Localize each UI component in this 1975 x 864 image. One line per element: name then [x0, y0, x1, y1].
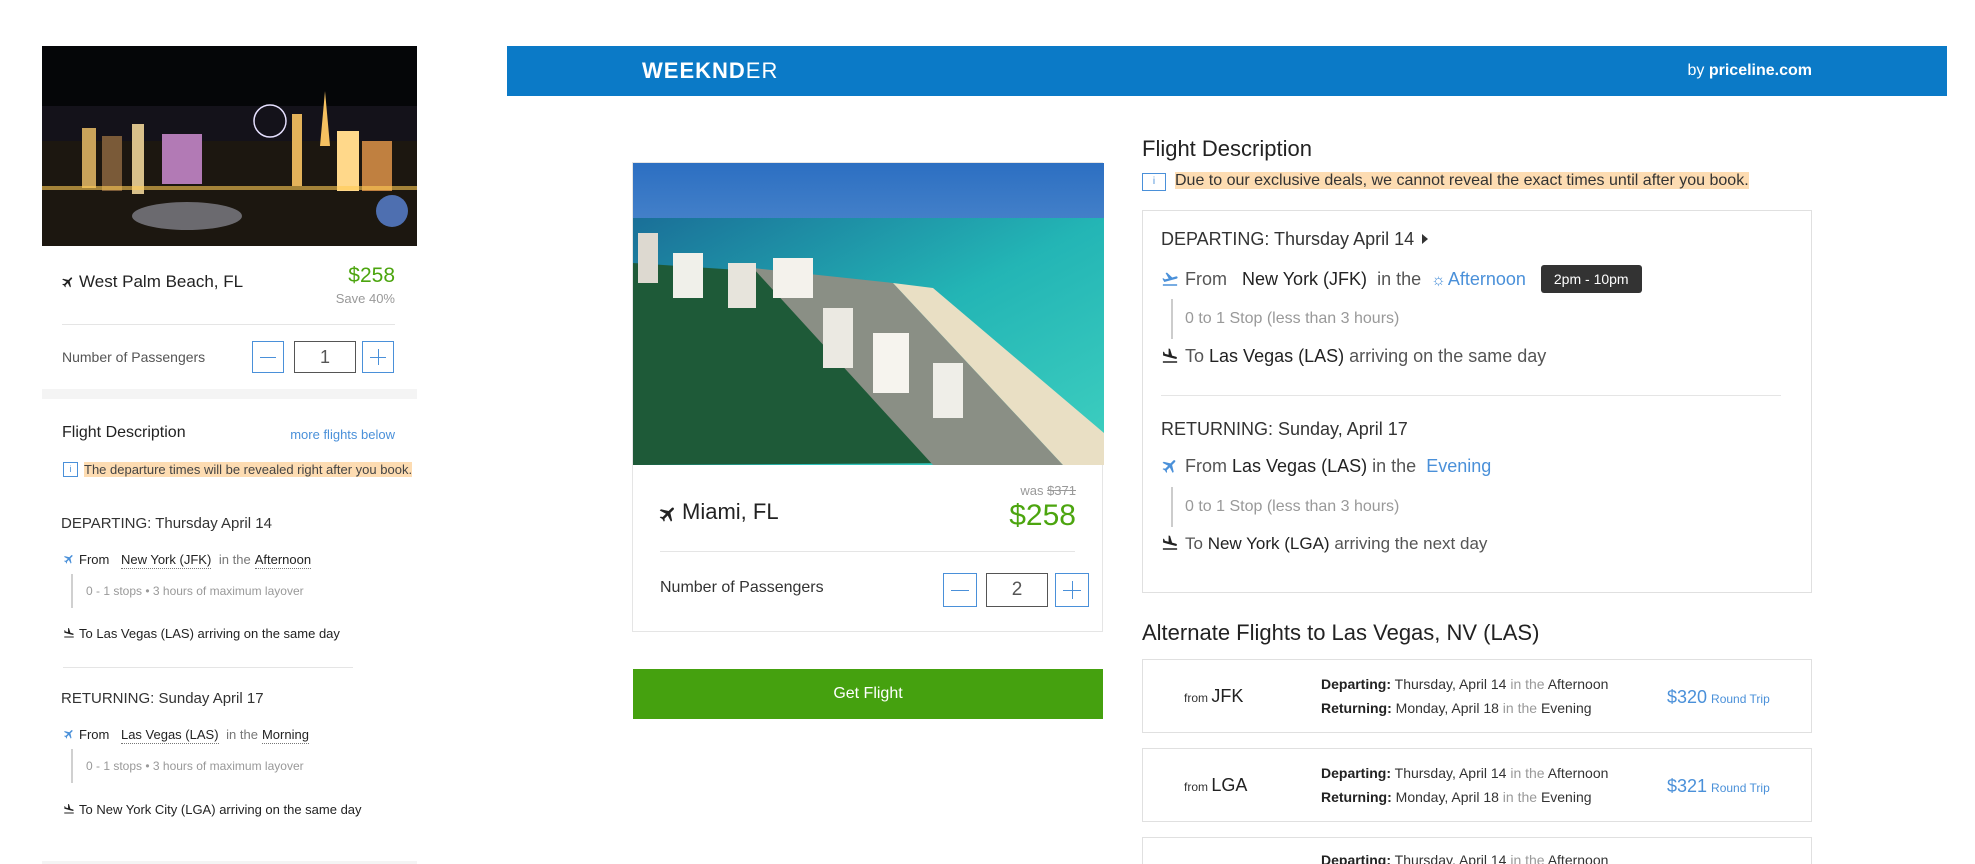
info-icon: i: [63, 462, 78, 477]
plane-landing-icon: [1161, 347, 1179, 365]
more-flights-link[interactable]: more flights below: [290, 427, 395, 442]
return-arrival-airport: New York (LGA): [1207, 534, 1330, 553]
flight-details-box: DEPARTING: Thursday April 14 From New Yo…: [1142, 210, 1812, 593]
returning-info: Returning: Monday, April 18 in the Eveni…: [1321, 789, 1592, 805]
destination-name: Miami, FL: [682, 499, 779, 524]
decrease-passengers-button[interactable]: [252, 341, 284, 373]
deal-summary: West Palm Beach, FL $258 Save 40%: [42, 246, 417, 324]
departing-info: Departing: Thursday, April 14 in the Aft…: [1321, 765, 1609, 781]
increase-passengers-button[interactable]: [1055, 573, 1089, 607]
plane-takeoff-icon: [1161, 457, 1179, 475]
time-range-tooltip: 2pm - 10pm: [1540, 265, 1642, 293]
departing-airport: New York (JFK): [120, 552, 212, 569]
alternate-flight-card[interactable]: from JFK Departing: Thursday, April 14 i…: [1142, 659, 1812, 733]
returning-heading: RETURNING: Sunday April 17: [61, 690, 264, 707]
returning-time: Evening: [1426, 456, 1492, 476]
decrease-passengers-button[interactable]: [943, 573, 977, 607]
departing-time: Afternoon: [1447, 269, 1526, 289]
header-bar: WEEKNDER by priceline.com: [507, 46, 1947, 96]
departing-to-row: To Las Vegas (LAS) arriving on the same …: [63, 626, 340, 641]
time-notice: Due to our exclusive deals, we cannot re…: [1175, 172, 1749, 189]
left-flight-description: Flight Description more flights below i …: [42, 399, 417, 861]
caret-right-icon: [1422, 234, 1429, 244]
arrival-airport: Las Vegas (LAS): [1209, 346, 1345, 366]
flight-description-title: Flight Description: [62, 424, 186, 441]
plane-takeoff-icon: [1161, 270, 1179, 288]
departing-from-row: From New York (JFK) in the ☼ Afternoon 2p…: [1161, 265, 1642, 293]
alternate-flight-card[interactable]: Departing: Thursday, April 14 in the Aft…: [1142, 837, 1812, 864]
powered-by: by priceline.com: [1687, 62, 1812, 79]
deal-card-west-palm[interactable]: West Palm Beach, FL $258 Save 40% Number…: [42, 46, 417, 389]
departing-heading: DEPARTING: Thursday April 14: [61, 515, 272, 532]
origin-airport: from JFK: [1184, 686, 1244, 706]
passengers-input[interactable]: 2: [986, 573, 1048, 607]
returning-to-row: To New York (LGA) arriving the next day: [1161, 534, 1487, 554]
plane-icon: [658, 504, 678, 524]
selected-deal-card: Miami, FL was $371 $258 Number of Passen…: [632, 162, 1104, 632]
returning-to-row: To New York City (LGA) arriving on the s…: [63, 802, 362, 817]
returning-time: Morning: [261, 727, 309, 744]
deal-price: $258: [1009, 499, 1076, 532]
returning-heading: RETURNING: Sunday, April 17: [1161, 419, 1408, 439]
plane-landing-icon: [63, 803, 75, 815]
plane-landing-icon: [63, 627, 75, 639]
alternate-price: $321 Round Trip: [1667, 776, 1770, 796]
destination-photo: [42, 46, 417, 246]
passenger-selector: Number of Passengers 1: [42, 325, 417, 389]
returning-info: Returning: Monday, April 18 in the Eveni…: [1321, 700, 1592, 716]
divider: [63, 667, 353, 668]
departing-from-row: From New York (JFK) in the Afternoon: [63, 552, 312, 569]
deal-price: $258: [348, 264, 395, 287]
passengers-label: Number of Passengers: [660, 579, 824, 596]
flight-description-title: Flight Description: [1142, 136, 1312, 161]
left-panel: West Palm Beach, FL $258 Save 40% Number…: [42, 46, 417, 864]
plane-icon: [61, 275, 75, 289]
miami-photo: [633, 163, 1104, 465]
plane-landing-icon: [1161, 534, 1179, 552]
time-notice: The departure times will be revealed rig…: [84, 462, 413, 477]
destination-name: West Palm Beach, FL: [79, 272, 244, 291]
returning-from-row: From Las Vegas (LAS) in the Morning: [63, 727, 309, 744]
weeknder-logo[interactable]: WEEKNDER: [642, 58, 778, 84]
origin-airport: from LGA: [1184, 775, 1248, 795]
returning-stops: 0 - 1 stops • 3 hours of maximum layover: [71, 749, 304, 783]
divider: [660, 551, 1075, 552]
info-icon: i: [1142, 173, 1166, 191]
sun-icon: ☼: [1431, 272, 1446, 289]
returning-stops: 0 to 1 Stop (less than 3 hours): [1171, 487, 1399, 527]
departing-airport: New York (JFK): [1242, 269, 1368, 289]
departing-time: Afternoon: [254, 552, 312, 569]
departing-info: Departing: Thursday, April 14 in the Aft…: [1321, 676, 1609, 692]
departing-heading[interactable]: DEPARTING: Thursday April 14: [1161, 229, 1429, 250]
passengers-label: Number of Passengers: [62, 349, 206, 365]
alternate-flight-card[interactable]: from LGA Departing: Thursday, April 14 i…: [1142, 748, 1812, 822]
plane-takeoff-icon: [63, 553, 75, 565]
alternate-flights-title: Alternate Flights to Las Vegas, NV (LAS): [1142, 620, 1540, 645]
returning-airport: Las Vegas (LAS): [120, 727, 219, 744]
returning-airport: Las Vegas (LAS): [1232, 456, 1368, 476]
departing-info: Departing: Thursday, April 14 in the Aft…: [1321, 852, 1609, 864]
departing-to-row: To Las Vegas (LAS) arriving on the same …: [1161, 346, 1546, 367]
get-flight-button[interactable]: Get Flight: [633, 669, 1103, 719]
divider: [1161, 395, 1781, 396]
was-price: was $371: [1020, 483, 1076, 498]
departing-stops: 0 to 1 Stop (less than 3 hours): [1171, 299, 1399, 339]
plane-takeoff-icon: [63, 728, 75, 740]
increase-passengers-button[interactable]: [362, 341, 394, 373]
passengers-input[interactable]: 1: [294, 341, 356, 373]
departing-stops: 0 - 1 stops • 3 hours of maximum layover: [71, 574, 304, 608]
priceline-brand: priceline.com: [1708, 62, 1812, 79]
returning-from-row: From Las Vegas (LAS) in the Evening: [1161, 456, 1491, 477]
alternate-price: $320 Round Trip: [1667, 687, 1770, 707]
save-percentage: Save 40%: [335, 291, 395, 306]
